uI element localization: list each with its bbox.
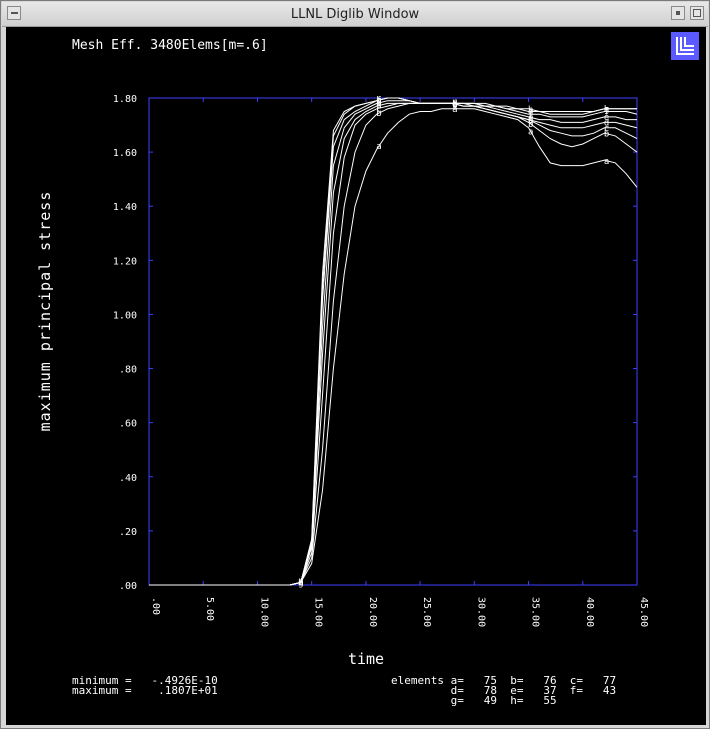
y-tick-label: .20 — [119, 527, 137, 538]
series-line-f — [149, 97, 638, 586]
y-tick-label: 1.20 — [113, 256, 137, 267]
x-tick-label: 40.00 — [584, 597, 595, 627]
window-title: LLNL Diglib Window — [290, 7, 420, 22]
x-tick-label: 15.00 — [313, 597, 324, 627]
plot-frame — [148, 97, 638, 586]
series-marker-h: h — [604, 105, 609, 115]
y-tick-label: 1.40 — [113, 202, 137, 213]
x-tick-label: 25.00 — [421, 597, 432, 627]
y-axis-ticks: .00 .20 .40 .60 .80 1.00 1.20 1.40 1.60 1.80 — [113, 94, 637, 592]
series-marker-a: a — [604, 157, 609, 167]
llnl-logo — [671, 32, 699, 60]
x-tick-label: 20.00 — [367, 597, 378, 627]
y-axis-label: maximum principal stress — [36, 191, 54, 432]
footer-stats: minimum = -.4926E-10 maximum = .1807E+01… — [72, 674, 616, 707]
series-line-e — [149, 100, 637, 586]
y-tick-label: 1.80 — [113, 94, 137, 105]
y-tick-label: .60 — [119, 419, 137, 430]
maximize-button[interactable] — [690, 6, 704, 20]
minimize-button[interactable] — [671, 6, 685, 20]
x-tick-label: 45.00 — [638, 597, 649, 627]
maximum-readout: maximum = .1807E+01 — [72, 684, 218, 697]
elements-row-3: g= 49 h= 55 — [391, 694, 557, 707]
plot-canvas: Mesh Eff. 3480Elems[m=.6] .00 .20 .40 .60 .8… — [6, 27, 706, 725]
x-axis-ticks: .00 5.00 10.00 15.00 20.00 25.00 30.00 35.00 40.… — [148, 98, 649, 627]
series-line-h — [149, 97, 637, 586]
y-tick-label: .00 — [119, 581, 137, 592]
series-line-a — [149, 108, 638, 586]
x-tick-label: 30.00 — [475, 597, 486, 627]
y-tick-label: .40 — [119, 473, 137, 484]
series-marker-h: h — [298, 578, 303, 588]
series-line-b — [149, 102, 638, 586]
series-marker-a: a — [376, 142, 381, 152]
chart-title: Mesh Eff. 3480Elems[m=.6] — [72, 38, 268, 53]
x-axis-label: time — [348, 650, 384, 668]
x-tick-label: 35.00 — [530, 597, 541, 627]
series-markers: aaaaabbbbbcc cccdd dd dee ee eff ff fgg gg ghh hh h — [298, 96, 609, 588]
diglib-window: LLNL Diglib Window Mesh Eff. 3480Elems[m… — [0, 0, 710, 729]
series-lines — [149, 97, 638, 586]
y-tick-label: 1.60 — [113, 148, 137, 159]
series-line-c — [149, 102, 638, 586]
chart-svg: Mesh Eff. 3480Elems[m=.6] .00 .20 .40 .60 .8… — [36, 32, 699, 707]
x-tick-label: .00 — [150, 597, 161, 615]
series-line-d — [149, 102, 638, 586]
series-line-g — [149, 97, 637, 586]
series-marker-h: h — [452, 99, 457, 109]
y-tick-label: 1.00 — [113, 310, 137, 321]
series-marker-h: h — [376, 96, 381, 106]
title-bar[interactable]: LLNL Diglib Window — [2, 2, 708, 27]
series-marker-h: h — [528, 105, 533, 115]
x-tick-label: 10.00 — [258, 597, 269, 627]
y-tick-label: .80 — [119, 365, 137, 376]
x-tick-label: 5.00 — [204, 597, 215, 621]
